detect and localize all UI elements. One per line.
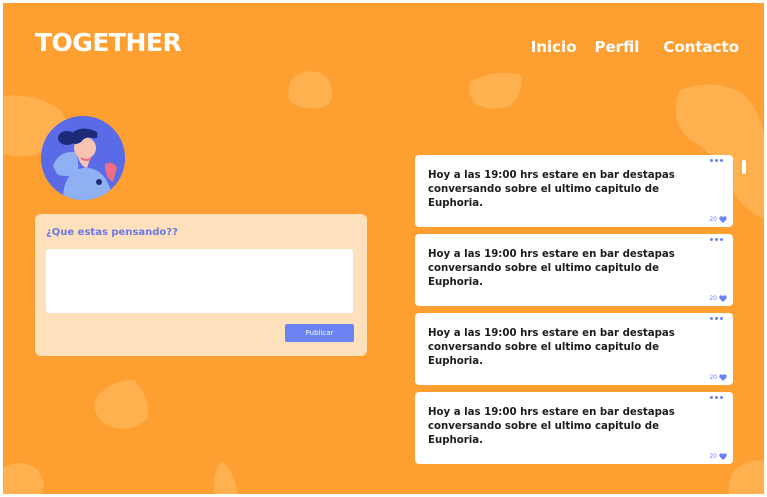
blob-shape <box>468 73 522 109</box>
brand-logo[interactable]: TOGETHER <box>35 28 182 57</box>
heart-icon <box>719 295 727 302</box>
feed-scrollbar[interactable] <box>742 160 746 174</box>
blob-shape <box>288 71 333 109</box>
like-count: 20 <box>709 374 717 381</box>
more-dots-icon[interactable] <box>708 157 725 164</box>
heart-icon <box>719 216 727 223</box>
heart-icon <box>719 453 727 460</box>
user-illustration-icon <box>41 116 125 200</box>
post-card: Hoy a las 19:00 hrs estare en bar destap… <box>415 155 733 227</box>
nav-inicio[interactable]: Inicio <box>531 38 577 56</box>
post-card: Hoy a las 19:00 hrs estare en bar destap… <box>415 392 733 464</box>
more-dots-icon[interactable] <box>708 236 725 243</box>
blob-shape <box>213 462 238 497</box>
like-button[interactable]: 20 <box>709 216 727 223</box>
post-text: Hoy a las 19:00 hrs estare en bar destap… <box>428 249 675 288</box>
like-button[interactable]: 20 <box>709 453 727 460</box>
like-count: 20 <box>709 295 717 302</box>
publish-button[interactable]: Publicar <box>285 324 354 342</box>
more-dots-icon[interactable] <box>708 315 725 322</box>
like-button[interactable]: 20 <box>709 374 727 381</box>
heart-icon <box>719 374 727 381</box>
post-text: Hoy a las 19:00 hrs estare en bar destap… <box>428 328 675 367</box>
post-text: Hoy a las 19:00 hrs estare en bar destap… <box>428 170 675 209</box>
nav-contacto[interactable]: Contacto <box>663 38 739 56</box>
post-card: Hoy a las 19:00 hrs estare en bar destap… <box>415 313 733 385</box>
app-window: TOGETHER Inicio Perfil Contacto ¿Que est… <box>0 0 767 497</box>
like-count: 20 <box>709 453 717 460</box>
avatar[interactable] <box>41 116 125 200</box>
more-dots-icon[interactable] <box>708 394 725 401</box>
blob-shape <box>0 463 44 497</box>
nav-perfil[interactable]: Perfil <box>595 38 640 56</box>
post-card: Hoy a las 19:00 hrs estare en bar destap… <box>415 234 733 306</box>
top-nav: Inicio Perfil Contacto <box>531 38 739 56</box>
like-count: 20 <box>709 216 717 223</box>
like-button[interactable]: 20 <box>709 295 727 302</box>
composer-prompt: ¿Que estas pensando?? <box>46 227 178 238</box>
post-text: Hoy a las 19:00 hrs estare en bar destap… <box>428 407 675 446</box>
post-textarea[interactable] <box>46 249 353 313</box>
blob-shape <box>728 460 767 497</box>
post-feed: Hoy a las 19:00 hrs estare en bar destap… <box>415 155 733 471</box>
blob-shape <box>94 380 149 429</box>
post-composer: ¿Que estas pensando?? Publicar <box>35 214 367 356</box>
